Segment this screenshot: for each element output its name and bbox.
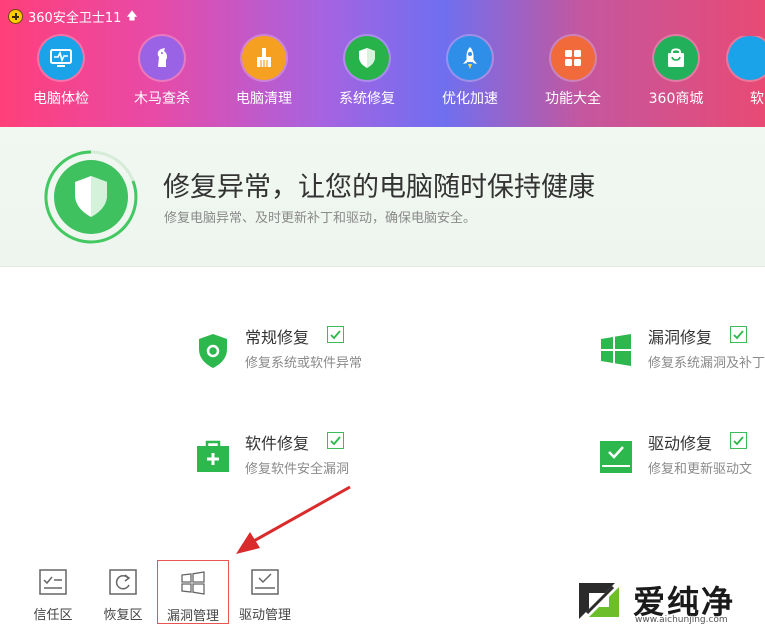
tool-label: 信任区 (33, 608, 73, 623)
driver-icon (600, 441, 632, 473)
tool-label: 恢复区 (103, 608, 143, 623)
nav-item-speedup[interactable]: 优化加速 (420, 36, 520, 116)
header: 360安全卫士11 🡅 电脑体检 木马查杀 电脑清理 系统修复 优化加速 功能大… (0, 0, 765, 127)
option-checkbox[interactable] (327, 432, 344, 449)
option-title: 驱动修复 (648, 434, 713, 453)
app-window: 360安全卫士11 🡅 电脑体检 木马查杀 电脑清理 系统修复 优化加速 功能大… (0, 0, 765, 633)
repair-shield-icon (44, 150, 138, 244)
nav-item-store[interactable]: 360商城 (626, 36, 726, 116)
nav-item-checkup[interactable]: 电脑体检 (11, 36, 111, 116)
tool-label: 驱动管理 (238, 608, 291, 623)
nav-label: 电脑清理 (236, 91, 292, 107)
tool-driver-management[interactable]: 驱动管理 (229, 560, 301, 624)
option-driver-repair[interactable]: 驱动修复 修复和更新驱动文 (596, 430, 765, 480)
check-icon (733, 330, 744, 340)
option-regular-repair[interactable]: 常规修复 修复系统或软件异常 (193, 324, 433, 374)
check-icon (330, 436, 341, 446)
watermark-url: www.aichunjing.com (635, 615, 728, 625)
title-bar: 360安全卫士11 🡅 (8, 6, 138, 26)
windows-icon (181, 571, 205, 595)
nav-item-cleanup[interactable]: 电脑清理 (214, 36, 314, 116)
option-software-repair[interactable]: 软件修复 修复软件安全漏洞 (193, 430, 433, 480)
nav-label: 系统修复 (339, 91, 395, 107)
rocket-icon (448, 36, 492, 80)
option-title: 软件修复 (245, 434, 310, 453)
page-subtitle: 修复电脑异常、及时更新补丁和驱动，确保电脑安全。 (164, 211, 477, 226)
watermark-logo-icon (579, 583, 619, 619)
tool-vulnerability-management[interactable]: 漏洞管理 (157, 560, 229, 624)
nav-item-software[interactable]: 软 (720, 36, 765, 116)
monitor-pulse-icon (39, 36, 83, 80)
tool-restore-zone[interactable]: 恢复区 (87, 560, 159, 624)
option-checkbox[interactable] (327, 326, 344, 343)
nav-label: 木马查杀 (134, 91, 190, 107)
broom-icon (242, 36, 286, 80)
driver-icon (251, 569, 279, 595)
option-desc: 修复系统漏洞及补丁 (648, 356, 765, 371)
nav-label: 360商城 (648, 91, 704, 107)
hero-banner: 修复异常，让您的电脑随时保持健康 修复电脑异常、及时更新补丁和驱动，确保电脑安全… (0, 127, 765, 267)
trust-list-icon (39, 569, 67, 595)
app-icon (728, 36, 765, 80)
horse-icon (140, 36, 184, 80)
grid-icon (551, 36, 595, 80)
nav-label: 电脑体检 (33, 91, 89, 107)
option-title: 漏洞修复 (648, 328, 713, 347)
nav-label: 软 (750, 91, 764, 107)
shield-icon (345, 36, 389, 80)
option-checkbox[interactable] (730, 326, 747, 343)
option-desc: 修复和更新驱动文 (648, 462, 753, 477)
option-title: 常规修复 (245, 328, 310, 347)
shield-icon (199, 334, 227, 368)
option-desc: 修复软件安全漏洞 (245, 462, 350, 477)
nav-item-all-features[interactable]: 功能大全 (523, 36, 623, 116)
watermark: 爱纯净 www.aichunjing.com (575, 575, 760, 627)
annotation-arrow (236, 485, 351, 554)
check-icon (330, 330, 341, 340)
nav-item-trojan-scan[interactable]: 木马查杀 (112, 36, 212, 116)
tool-label: 漏洞管理 (166, 609, 219, 624)
option-desc: 修复系统或软件异常 (245, 356, 363, 371)
nav-label: 优化加速 (442, 91, 498, 107)
tool-trust-zone[interactable]: 信任区 (17, 560, 89, 624)
check-icon (733, 436, 744, 446)
option-checkbox[interactable] (730, 432, 747, 449)
app-title: 360安全卫士11 (28, 10, 122, 26)
nav-label: 功能大全 (545, 91, 601, 107)
toolbox-icon (197, 440, 229, 472)
nav-item-system-repair[interactable]: 系统修复 (317, 36, 417, 116)
app-logo-icon (8, 8, 23, 24)
windows-icon (601, 334, 631, 366)
upgrade-arrow-icon[interactable]: 🡅 (126, 7, 137, 26)
shopping-bag-icon (654, 36, 698, 80)
restore-icon (109, 569, 137, 595)
page-title: 修复异常，让您的电脑随时保持健康 (163, 172, 595, 203)
main-nav: 电脑体检 木马查杀 电脑清理 系统修复 优化加速 功能大全 360商城 软 (0, 36, 765, 116)
option-vulnerability-repair[interactable]: 漏洞修复 修复系统漏洞及补丁 (596, 324, 765, 374)
